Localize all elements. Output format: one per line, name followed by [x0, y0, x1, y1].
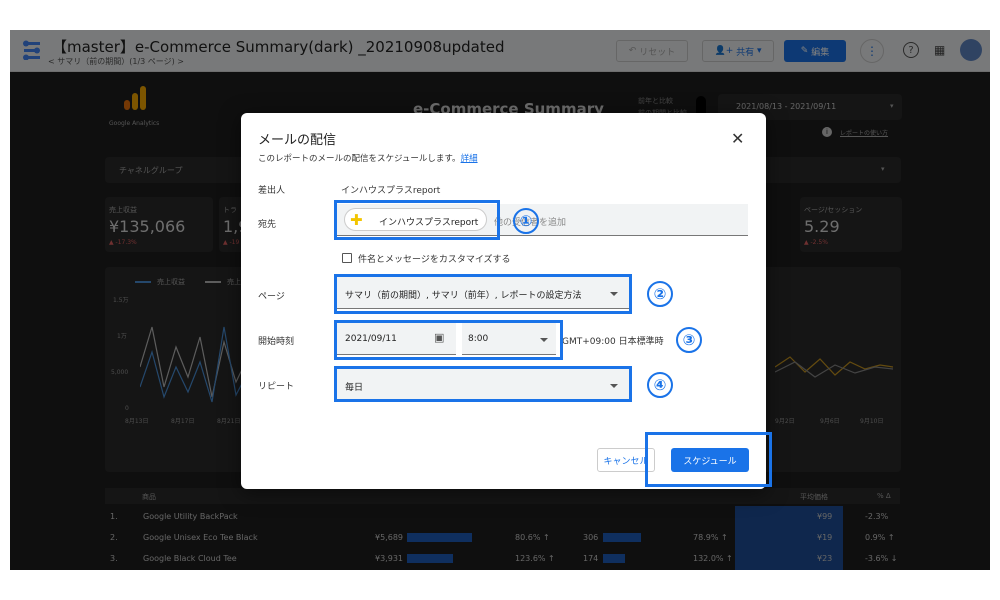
- dialog-title: メールの配信: [258, 133, 337, 148]
- repeat-label: リピート: [258, 382, 295, 392]
- description-text: このレポートのメールの配信をスケジュールします。: [258, 154, 461, 164]
- sender-value: インハウスプラスreport: [341, 186, 441, 196]
- details-link[interactable]: 詳細: [461, 154, 478, 164]
- callout-2: ②: [647, 281, 673, 307]
- start-time-label: 開始時刻: [258, 337, 295, 347]
- sender-label: 差出人: [258, 186, 286, 196]
- callout-3: ③: [676, 327, 702, 353]
- highlight-schedule: [645, 432, 772, 487]
- highlight-page: [334, 274, 632, 314]
- close-icon[interactable]: ✕: [731, 129, 744, 148]
- customize-label: 件名とメッセージをカスタマイズする: [358, 255, 511, 265]
- timezone-label: GMT+09:00 日本標準時: [562, 337, 664, 347]
- highlight-recipient: [334, 200, 500, 240]
- callout-4: ④: [647, 372, 673, 398]
- highlight-start-time: [334, 320, 563, 360]
- recipient-label: 宛先: [258, 220, 277, 230]
- highlight-repeat: [334, 366, 632, 402]
- customize-checkbox[interactable]: [342, 253, 352, 263]
- callout-1: ①: [513, 208, 539, 234]
- dialog-description: このレポートのメールの配信をスケジュールします。詳細: [258, 152, 478, 164]
- page-label: ページ: [258, 292, 285, 302]
